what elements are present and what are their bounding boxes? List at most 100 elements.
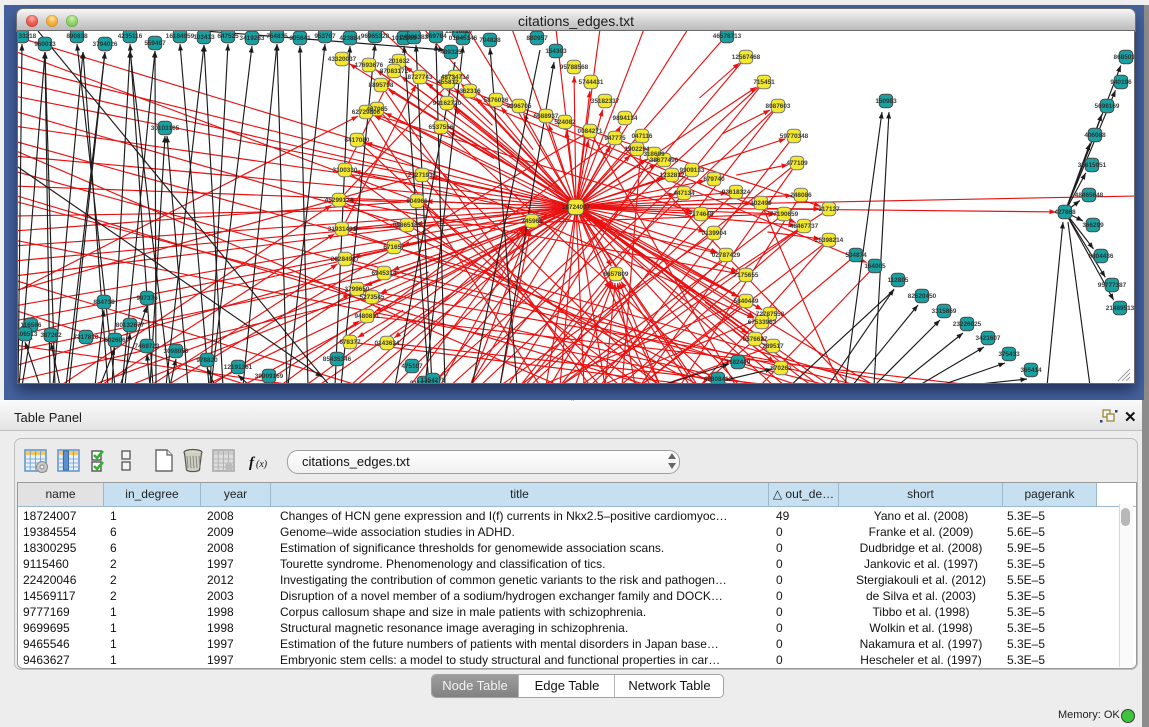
svg-text:3100330: 3100330	[333, 167, 358, 174]
svg-text:112805: 112805	[888, 277, 909, 284]
svg-text:21489513: 21489513	[1106, 305, 1134, 312]
svg-text:85435346: 85435346	[323, 356, 352, 363]
svg-text:0143634: 0143634	[375, 340, 400, 347]
svg-text:047116: 047116	[632, 133, 653, 140]
svg-text:678377: 678377	[339, 339, 361, 346]
svg-text:406088: 406088	[1084, 132, 1106, 139]
svg-text:8087603: 8087603	[766, 103, 791, 110]
svg-text:940196: 940196	[1110, 79, 1132, 86]
svg-text:96965328: 96965328	[361, 33, 390, 40]
svg-text:f: f	[249, 455, 256, 471]
svg-text:0084271: 0084271	[578, 128, 603, 135]
svg-text:704828: 704828	[479, 37, 501, 44]
svg-text:953767: 953767	[314, 33, 336, 40]
svg-text:95777387: 95777387	[1098, 282, 1127, 289]
svg-text:23271937: 23271937	[408, 172, 437, 179]
svg-text:947775: 947775	[604, 135, 626, 142]
svg-text:26398214: 26398214	[815, 237, 844, 244]
svg-text:870262: 870262	[770, 365, 792, 372]
svg-text:8657809: 8657809	[604, 271, 629, 278]
svg-text:880957: 880957	[526, 35, 548, 42]
svg-text:475107: 475107	[401, 363, 423, 370]
svg-text:477109: 477109	[786, 160, 808, 167]
svg-text:95788568: 95788568	[560, 64, 589, 71]
svg-text:671657: 671657	[383, 244, 405, 251]
svg-text:87083172: 87083172	[380, 68, 409, 75]
svg-text:38677496: 38677496	[650, 157, 679, 164]
svg-text:12567468: 12567468	[732, 54, 761, 61]
svg-text:9480831: 9480831	[355, 313, 380, 320]
svg-text:8895798: 8895798	[369, 82, 394, 89]
svg-text:3421607: 3421607	[976, 335, 1001, 342]
svg-text:6945314: 6945314	[372, 270, 397, 277]
svg-text:6417080: 6417080	[345, 137, 370, 144]
svg-text:49808412: 49808412	[704, 376, 733, 383]
svg-text:3799650: 3799650	[345, 286, 370, 293]
svg-text:904966: 904966	[406, 198, 428, 205]
svg-text:26284987: 26284987	[331, 256, 360, 263]
svg-text:(x): (x)	[256, 459, 268, 470]
svg-text:3315869: 3315869	[932, 308, 957, 315]
svg-text:43320037: 43320037	[328, 56, 357, 63]
svg-text:31931491: 31931491	[328, 226, 357, 233]
svg-text:0139904: 0139904	[702, 230, 727, 237]
svg-text:72787558: 72787558	[756, 311, 785, 318]
svg-text:35182337: 35182337	[591, 98, 620, 105]
svg-text:524082: 524082	[554, 119, 576, 126]
svg-text:447134: 447134	[673, 190, 695, 197]
svg-text:77190659: 77190659	[770, 211, 799, 218]
svg-text:745961: 745961	[521, 218, 543, 225]
svg-text:305641: 305641	[289, 35, 311, 42]
svg-text:365414: 365414	[1020, 367, 1042, 374]
svg-text:9096705: 9096705	[507, 103, 532, 110]
svg-text:48465648: 48465648	[1075, 192, 1104, 199]
svg-text:715451: 715451	[753, 79, 775, 86]
svg-text:1354278: 1354278	[421, 377, 446, 383]
svg-text:11718227: 11718227	[445, 31, 474, 35]
svg-text:5840449: 5840449	[734, 298, 759, 305]
svg-text:0576627: 0576627	[743, 336, 768, 343]
svg-text:150983: 150983	[875, 98, 897, 105]
svg-text:62729806: 62729806	[352, 109, 381, 116]
svg-text:8727743: 8727743	[408, 74, 433, 81]
svg-text:102499: 102499	[750, 200, 772, 207]
svg-text:366299: 366299	[1082, 222, 1104, 229]
svg-text:01845146: 01845146	[449, 35, 478, 42]
svg-text:35615951: 35615951	[1078, 162, 1107, 169]
svg-text:6537556: 6537556	[429, 124, 454, 131]
svg-text:289517: 289517	[762, 343, 784, 350]
svg-text:23226025: 23226025	[953, 321, 982, 328]
svg-text:201632: 201632	[388, 58, 410, 65]
svg-text:1232812: 1232812	[660, 172, 685, 179]
svg-text:7174648: 7174648	[689, 211, 714, 218]
svg-text:5698169: 5698169	[1095, 103, 1120, 110]
svg-text:48467737: 48467737	[790, 223, 819, 230]
svg-text:427868: 427868	[1054, 209, 1076, 216]
svg-text:423884: 423884	[339, 35, 361, 42]
svg-text:154303: 154303	[545, 48, 567, 55]
svg-text:6804436: 6804436	[1089, 253, 1114, 260]
svg-text:455812: 455812	[437, 79, 459, 86]
svg-text:7175655: 7175655	[734, 272, 759, 279]
svg-text:1182449: 1182449	[726, 359, 751, 366]
svg-text:164005: 164005	[864, 263, 886, 270]
svg-text:02787429: 02787429	[712, 252, 741, 259]
svg-text:90162720: 90162720	[433, 100, 462, 107]
svg-text:46578713: 46578713	[713, 33, 742, 40]
svg-text:317127: 317127	[818, 206, 840, 213]
svg-text:67533963: 67533963	[748, 319, 777, 326]
svg-text:489325: 489325	[440, 49, 462, 56]
svg-text:679740: 679740	[703, 176, 725, 183]
svg-text:18724007: 18724007	[562, 204, 591, 211]
svg-text:59770348: 59770348	[780, 133, 809, 140]
svg-text:45299124: 45299124	[325, 197, 354, 204]
svg-text:248086: 248086	[790, 192, 812, 199]
svg-text:8685014: 8685014	[1114, 54, 1134, 61]
svg-text:5744431: 5744431	[579, 79, 604, 86]
svg-text:05865185: 05865185	[393, 222, 422, 229]
svg-text:362316: 362316	[459, 88, 481, 95]
svg-text:5273545: 5273545	[360, 294, 385, 301]
svg-text:375433: 375433	[998, 351, 1020, 358]
svg-text:534874: 534874	[845, 252, 867, 259]
svg-text:82620450: 82620450	[908, 293, 937, 300]
